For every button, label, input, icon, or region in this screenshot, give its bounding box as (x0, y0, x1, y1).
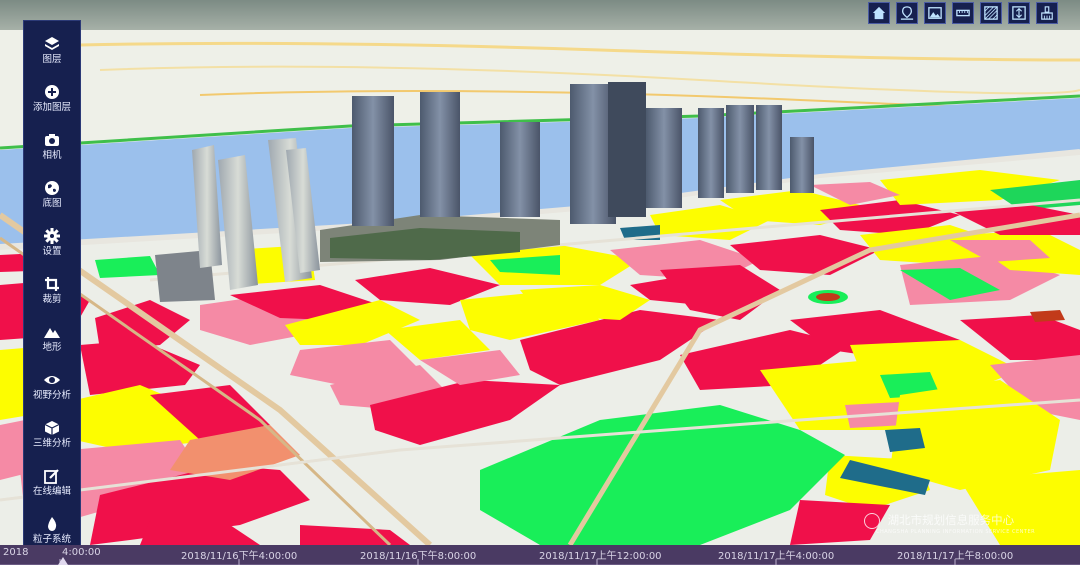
sidebar-item-settings[interactable]: 设置 (24, 221, 80, 267)
watermark: 湖北市规划信息服务中心 CHANGSHA PLANNING INFORMATIO… (864, 512, 1035, 535)
clear-button[interactable] (1036, 2, 1058, 24)
sidebar-item-label: 三维分析 (32, 438, 71, 449)
timeline[interactable]: 2018 4:00:00 2018/11/16下午4:00:00 2018/11… (0, 545, 1080, 565)
distance-measure-button[interactable] (952, 2, 974, 24)
sidebar: 图层 添加图层 相机 底图 设置 裁剪 地形 视野分析 三维分析 在线编辑 粒子… (23, 20, 81, 558)
hatch-area-icon (984, 6, 998, 20)
sidebar-item-camera[interactable]: 相机 (24, 125, 80, 171)
sidebar-item-label: 底图 (42, 198, 62, 209)
home-icon (872, 6, 886, 20)
picture-icon (928, 7, 942, 19)
sidebar-item-label: 裁剪 (42, 294, 62, 305)
sidebar-item-label: 在线编辑 (32, 486, 71, 497)
toolbar (868, 2, 1058, 26)
clear-brush-icon (1041, 6, 1053, 20)
sidebar-item-3d-analysis[interactable]: 三维分析 (24, 413, 80, 459)
flame-icon (48, 517, 57, 531)
locate-button[interactable] (896, 2, 918, 24)
ruler-icon (956, 9, 970, 17)
add-circle-icon (45, 85, 59, 99)
sidebar-item-crop[interactable]: 裁剪 (24, 269, 80, 315)
watermark-subtext: CHANGSHA PLANNING INFORMATION SERVICE CE… (876, 528, 1036, 535)
eye-icon (44, 376, 60, 384)
crop-icon (45, 277, 59, 291)
map-3d-scene[interactable] (0, 0, 1080, 565)
watermark-text: 湖北市规划信息服务中心 (887, 513, 1015, 527)
timeline-cursor-icon[interactable] (58, 557, 68, 565)
cube-icon (44, 421, 60, 435)
sidebar-item-label: 添加图层 (32, 102, 71, 113)
height-measure-button[interactable] (1008, 2, 1030, 24)
camera-icon (45, 134, 59, 146)
sidebar-item-label: 设置 (42, 246, 62, 257)
home-button[interactable] (868, 2, 890, 24)
map-pin-icon (900, 6, 914, 20)
sidebar-item-layers[interactable]: 图层 (24, 29, 80, 75)
sidebar-item-label: 视野分析 (32, 390, 71, 401)
screenshot-button[interactable] (924, 2, 946, 24)
mountain-icon (44, 328, 60, 338)
gear-icon (44, 228, 60, 244)
sidebar-item-label: 地形 (42, 342, 62, 353)
sidebar-item-label: 相机 (42, 150, 62, 161)
layers-icon (45, 37, 59, 50)
sidebar-item-add-layer[interactable]: 添加图层 (24, 77, 80, 123)
sidebar-item-terrain[interactable]: 地形 (24, 317, 80, 363)
sidebar-item-basemap[interactable]: 底图 (24, 173, 80, 219)
timeline-label: 2018 (3, 547, 29, 558)
edit-icon (44, 469, 59, 484)
area-measure-button[interactable] (980, 2, 1002, 24)
sidebar-item-label: 图层 (42, 54, 62, 65)
globe-icon (45, 181, 59, 195)
sidebar-item-view-analysis[interactable]: 视野分析 (24, 365, 80, 411)
sidebar-item-online-edit[interactable]: 在线编辑 (24, 461, 80, 507)
height-measure-icon (1012, 6, 1026, 20)
timeline-ticks (0, 559, 1080, 565)
watermark-logo-icon (864, 512, 880, 529)
